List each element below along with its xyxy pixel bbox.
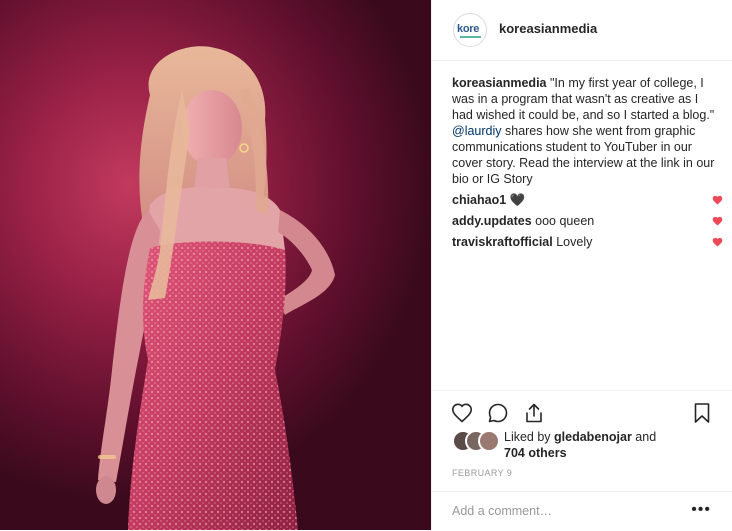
comment-row: chiahao1 🖤 [452, 192, 723, 208]
comment-username[interactable]: traviskraftofficial [452, 235, 553, 249]
caption-mention[interactable]: @laurdiy [452, 124, 502, 138]
photo-illustration [96, 46, 335, 530]
comment-like-heart-icon[interactable] [712, 195, 723, 205]
liked-by-user[interactable]: gledabenojar [554, 430, 632, 444]
bookmark-icon[interactable] [690, 401, 714, 425]
add-comment-input[interactable] [452, 502, 672, 520]
heart-icon[interactable] [450, 401, 474, 425]
comment-icon[interactable] [486, 401, 510, 425]
add-comment-bar: ••• [432, 491, 732, 531]
comment-row: addy.updates ooo queen [452, 213, 723, 229]
share-icon[interactable] [522, 401, 546, 425]
post-actions: Liked by gledabenojar and 704 others FEB… [432, 390, 732, 530]
comment-text: Lovely [556, 235, 593, 249]
avatar-logo-text: kore [457, 23, 480, 35]
comment-username[interactable]: chiahao1 [452, 193, 506, 207]
liked-by-and: and [631, 430, 657, 444]
comment-text: ooo queen [535, 214, 595, 228]
comment-text: 🖤 [509, 193, 526, 207]
comment-like-heart-icon[interactable] [712, 216, 723, 226]
post-date[interactable]: FEBRUARY 9 [452, 468, 512, 478]
avatar[interactable]: kore [453, 13, 487, 47]
comment-username[interactable]: addy.updates [452, 214, 532, 228]
more-options-icon[interactable]: ••• [691, 502, 711, 518]
comment-like-heart-icon[interactable] [712, 237, 723, 247]
comment-row: traviskraftofficial Lovely [452, 234, 723, 250]
liked-by-text: Liked by gledabenojar and 704 others [504, 429, 724, 461]
post-photo[interactable] [0, 0, 431, 530]
liked-by-prefix: Liked by [504, 430, 555, 444]
caption-username[interactable]: koreasianmedia [452, 76, 547, 90]
post-sidebar: kore koreasianmedia koreasianmedia "In m… [431, 0, 732, 530]
likes-count[interactable]: 704 others [504, 446, 567, 460]
avatar-logo-underline [460, 36, 481, 38]
caption: koreasianmedia "In my first year of coll… [452, 75, 717, 187]
header-username[interactable]: koreasianmedia [499, 21, 597, 36]
post-header: kore koreasianmedia [432, 0, 732, 61]
liker-avatar[interactable] [478, 430, 500, 452]
comments-list: koreasianmedia "In my first year of coll… [452, 75, 723, 250]
